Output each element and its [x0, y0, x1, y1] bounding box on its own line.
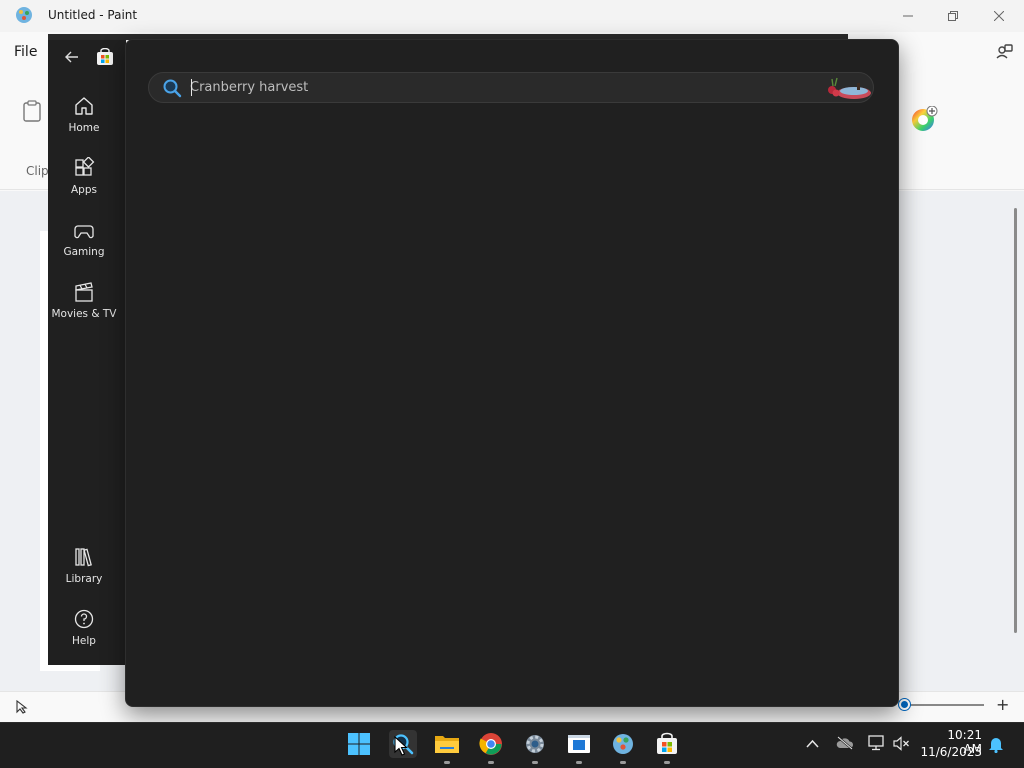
nav-item-apps[interactable]: Apps — [48, 155, 120, 211]
running-indicator — [576, 761, 582, 764]
pointer-icon — [16, 700, 28, 714]
paint-app-icon — [16, 7, 32, 23]
mouse-cursor-icon — [394, 736, 408, 756]
clapperboard-icon — [75, 282, 93, 302]
nav-label-movies-tv: Movies & TV — [51, 308, 117, 320]
nav-item-movies-tv[interactable]: Movies & TV — [48, 279, 120, 335]
gamepad-icon — [74, 225, 94, 239]
nav-label-gaming: Gaming — [63, 246, 105, 258]
settings-button[interactable] — [521, 730, 549, 758]
nav-label-library: Library — [65, 573, 103, 585]
clock-date[interactable]: 11/6/2023 — [916, 745, 982, 759]
chevron-up-icon[interactable] — [806, 739, 819, 748]
notepad-icon — [568, 735, 590, 753]
minimize-icon — [903, 15, 913, 17]
restore-button[interactable] — [930, 0, 976, 32]
nav-item-home[interactable]: Home — [48, 93, 120, 149]
nav-label-home: Home — [68, 122, 100, 134]
running-indicator — [488, 761, 494, 764]
nav-item-gaming[interactable]: Gaming — [48, 217, 120, 273]
start-button[interactable] — [345, 730, 373, 758]
apps-icon — [75, 157, 95, 176]
paint-button[interactable] — [609, 730, 637, 758]
running-indicator — [444, 761, 450, 764]
close-icon — [994, 11, 1004, 21]
copilot-icon[interactable] — [995, 42, 1013, 60]
nav-label-apps: Apps — [71, 184, 97, 196]
chrome-button[interactable] — [477, 730, 505, 758]
vertical-scrollbar[interactable] — [1014, 208, 1017, 633]
text-caret — [191, 79, 192, 96]
search-icon — [163, 79, 182, 98]
nav-label-help: Help — [72, 635, 96, 647]
running-indicator — [532, 761, 538, 764]
volume-muted-icon[interactable] — [893, 736, 910, 751]
running-indicator — [664, 761, 670, 764]
file-explorer-icon — [435, 736, 459, 753]
running-indicator — [620, 761, 626, 764]
minimize-button[interactable] — [885, 0, 931, 32]
notification-bell-icon[interactable] — [988, 736, 1004, 753]
restore-icon — [948, 11, 958, 21]
settings-icon — [526, 735, 544, 753]
notepad-button[interactable] — [565, 730, 593, 758]
back-button[interactable] — [60, 46, 84, 68]
network-icon[interactable] — [868, 735, 886, 751]
help-icon — [74, 609, 94, 629]
clipboard-group-label: Clip — [26, 164, 49, 178]
paint-window-title: Untitled - Paint — [48, 8, 138, 22]
zoom-slider-thumb[interactable] — [899, 699, 910, 710]
start-icon — [348, 733, 370, 755]
nav-item-help[interactable]: Help — [48, 606, 120, 662]
onedrive-offline-icon[interactable] — [836, 736, 854, 750]
search-flyout-panel — [125, 39, 899, 707]
store-button[interactable] — [653, 730, 681, 758]
search-highlight-image — [828, 77, 871, 99]
back-arrow-icon — [65, 51, 78, 63]
chrome-icon — [479, 733, 502, 755]
file-menu[interactable]: File — [14, 44, 37, 60]
nav-item-library[interactable]: Library — [48, 544, 120, 600]
paint-icon — [613, 734, 633, 754]
library-icon — [75, 548, 92, 567]
zoom-in-button[interactable]: + — [996, 695, 1009, 714]
zoom-slider-track[interactable] — [904, 704, 984, 706]
close-button[interactable] — [976, 0, 1022, 32]
home-icon — [75, 97, 93, 115]
store-icon — [657, 732, 677, 754]
edit-colors-icon[interactable] — [910, 106, 940, 134]
store-logo-icon — [97, 48, 113, 65]
paste-icon[interactable] — [22, 100, 42, 122]
search-input[interactable] — [190, 74, 790, 101]
file-explorer-button[interactable] — [433, 730, 461, 758]
paint-titlebar: Untitled - Paint — [0, 0, 1024, 32]
